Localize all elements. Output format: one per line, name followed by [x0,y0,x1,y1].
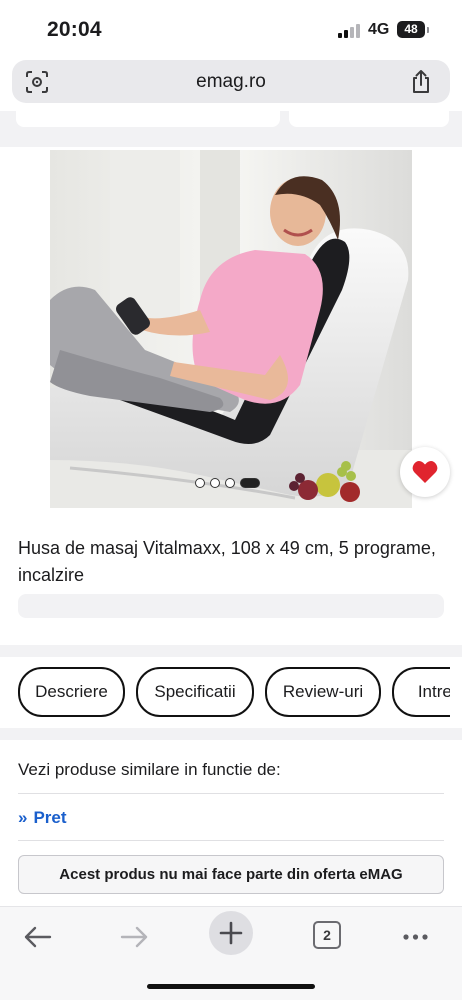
more-icon[interactable] [394,915,438,959]
address-bar[interactable]: emag.ro [12,60,450,103]
status-bar: 20:04 4G 48 [0,0,462,58]
divider [18,793,444,794]
carousel-dot[interactable] [225,478,235,488]
chevron-right-icon: » [18,808,28,827]
tab-review-uri[interactable]: Review-uri [265,667,381,717]
section-divider-band [0,728,462,740]
product-unavailable-button[interactable]: Acest produs nu mai face parte din ofert… [18,855,444,894]
favorite-button[interactable] [400,447,450,497]
product-tabs: Descriere Specificatii Review-uri Intreb… [0,667,450,717]
product-title: Husa de masaj Vitalmaxx, 108 x 49 cm, 5 … [18,538,436,585]
similar-products-heading: Vezi produse similare in functie de: [18,760,281,779]
section-divider-band [0,645,462,657]
tab-intrebari[interactable]: Intrebari [392,667,450,717]
share-icon[interactable] [408,69,434,95]
back-arrow-icon[interactable] [16,915,60,959]
product-photo-illustration [50,150,412,508]
battery-icon: 48 [397,21,425,38]
scrolled-card-left [16,111,280,127]
loading-placeholder [18,594,444,618]
scrolled-card-right [289,111,449,127]
signal-strength-icon [338,24,362,38]
battery-cap [427,27,429,33]
forward-arrow-icon[interactable] [112,915,156,959]
tabs-icon[interactable]: 2 [313,921,341,949]
plus-icon [219,921,243,945]
tab-specificatii[interactable]: Specificatii [136,667,254,717]
similar-filter-label: Pret [33,808,67,827]
tab-descriere[interactable]: Descriere [18,667,125,717]
carousel-dot[interactable] [210,478,220,488]
carousel-dot-active[interactable] [240,478,260,488]
network-type: 4G [368,21,390,38]
home-indicator [147,984,315,989]
carousel-dot[interactable] [195,478,205,488]
divider [18,840,444,841]
address-url[interactable]: emag.ro [12,71,450,93]
new-tab-button[interactable] [209,911,253,955]
status-time: 20:04 [47,18,102,41]
product-image[interactable] [50,150,412,508]
heart-icon [412,461,438,483]
similar-filter-pret[interactable]: » Pret [18,808,67,828]
